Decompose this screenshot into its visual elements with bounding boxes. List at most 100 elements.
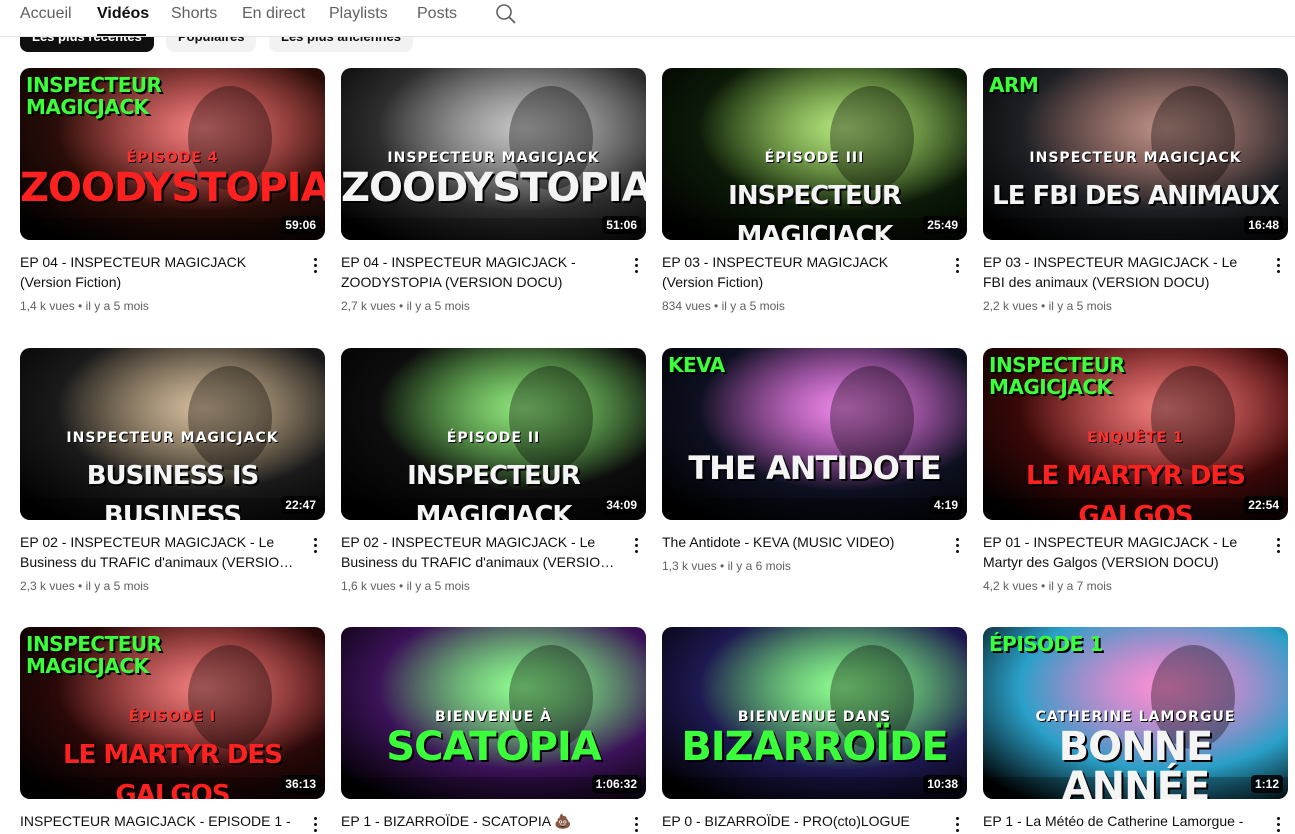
video-thumbnail[interactable]: BIZARROÏDE BIENVENUE DANS 10:38 [662,627,967,799]
video-title[interactable]: EP 04 - INSPECTEUR MAGICJACK - ZOODYSTOP… [341,252,617,292]
thumbnail-subcaption: CATHERINE LAMORGUE [1035,709,1236,725]
view-count: 4,2 k vues [983,579,1038,593]
video-thumbnail[interactable]: INSPECTEUR MAGICJACK LE MARTYR DES GALGOS… [20,627,325,799]
video-meta: 1,3 k vues • il y a 6 mois [662,558,791,574]
video-title[interactable]: The Antidote - KEVA (MUSIC VIDEO) [662,532,938,552]
video-card[interactable]: INSPECTEUR MAGICJACK ÉPISODE III 25:49 EP 0… [662,68,967,313]
upload-age: il y a 5 mois [85,579,149,593]
video-meta: 2,2 k vues • il y a 5 mois [983,298,1112,314]
channel-tabs: Accueil Vidéos Shorts En direct Playlist… [0,0,1295,37]
duration-badge: 4:19 [929,496,962,514]
meta-separator: • [716,559,728,573]
video-title[interactable]: EP 01 - INSPECTEUR MAGICJACK - Le Martyr… [983,532,1259,572]
more-options-icon[interactable] [309,815,323,834]
tab-videos[interactable]: Vidéos [97,4,149,28]
upload-age: il y a 6 mois [727,559,791,573]
thumbnail-subcaption: ÉPISODE 4 [126,150,219,166]
video-thumbnail[interactable]: INSPECTEUR MAGICJACK ZOODYSTOPIA ÉPISODE 4… [20,68,325,240]
thumbnail-headline: LE MARTYR DES GALGOS [63,740,283,799]
video-title[interactable]: EP 1 - BIZARROÏDE - SCATOPIA 💩 [341,811,617,831]
video-card[interactable]: INSPECTEUR MAGICJACK LE MARTYR DES GALGOS… [20,627,325,834]
tab-posts[interactable]: Posts [417,4,457,28]
tab-shorts[interactable]: Shorts [171,4,217,28]
video-thumbnail[interactable]: ZOODYSTOPIA INSPECTEUR MAGICJACK 51:06 [341,68,646,240]
video-title[interactable]: EP 03 - INSPECTEUR MAGICJACK - Le FBI de… [983,252,1259,292]
video-title[interactable]: EP 04 - INSPECTEUR MAGICJACK (Version Fi… [20,252,296,292]
video-meta: 1,4 k vues • il y a 5 mois [20,298,149,314]
thumbnail-caption: INSPECTEUR MAGICJACK [26,73,162,119]
more-options-icon[interactable] [951,815,965,834]
video-card[interactable]: INSPECTEUR MAGICJACK ÉPISODE II 34:09 EP 02… [341,348,646,593]
video-meta: 4,2 k vues • il y a 7 mois [983,578,1112,594]
more-options-icon[interactable] [309,536,323,556]
video-thumbnail[interactable]: INSPECTEUR MAGICJACK LE MARTYR DES GALGOS… [983,348,1288,520]
more-options-icon[interactable] [1272,536,1286,556]
video-card[interactable]: ZOODYSTOPIA INSPECTEUR MAGICJACK 51:06 EP 0… [341,68,646,313]
upload-age: il y a 5 mois [406,299,470,313]
tab-accueil[interactable]: Accueil [20,4,72,28]
more-options-icon[interactable] [1272,256,1286,276]
video-thumbnail[interactable]: ÉPISODE 1 BONNE ANNÉE CATHERINE LAMORGUE 1:… [983,627,1288,799]
video-thumbnail[interactable]: INSPECTEUR MAGICJACK ÉPISODE II 34:09 [341,348,646,520]
more-options-icon[interactable] [1272,815,1286,834]
more-options-icon[interactable] [951,536,965,556]
active-tab-indicator [97,34,146,36]
video-thumbnail[interactable]: INSPECTEUR MAGICJACK ÉPISODE III 25:49 [662,68,967,240]
upload-age: il y a 5 mois [85,299,149,313]
meta-separator: • [1037,579,1049,593]
video-title[interactable]: EP 0 - BIZARROÏDE - PRO(cto)LOGUE [662,811,938,831]
video-thumbnail[interactable]: BUSINESS IS BUSINESS INSPECTEUR MAGICJACK… [20,348,325,520]
thumbnail-subcaption: ÉPISODE I [128,709,217,725]
thumbnail-subcaption: ENQUÊTE 1 [1087,430,1184,446]
video-card[interactable]: ARM LE FBI DES ANIMAUX INSPECTEUR MAGICJAC… [983,68,1288,313]
tab-playlists[interactable]: Playlists [329,4,388,28]
view-count: 834 vues [662,299,711,313]
thumbnail-subcaption: BIENVENUE DANS [737,709,892,725]
thumbnail-headline: THE ANTIDOTE [688,449,941,487]
video-card[interactable]: ÉPISODE 1 BONNE ANNÉE CATHERINE LAMORGUE 1:… [983,627,1288,834]
thumbnail-subcaption: INSPECTEUR MAGICJACK [66,430,279,446]
tab-en-direct[interactable]: En direct [242,4,305,28]
more-options-icon[interactable] [951,256,965,276]
more-options-icon[interactable] [309,256,323,276]
video-title[interactable]: EP 03 - INSPECTEUR MAGICJACK (Version Fi… [662,252,938,292]
video-card[interactable]: INSPECTEUR MAGICJACK ZOODYSTOPIA ÉPISODE 4… [20,68,325,313]
duration-badge: 1:06:32 [591,775,641,793]
upload-age: il y a 5 mois [1048,299,1112,313]
meta-separator: • [710,299,722,313]
video-card[interactable]: KEVA THE ANTIDOTE 4:19 The Antidote - KEVA … [662,348,967,588]
thumbnail-subcaption: ÉPISODE III [764,150,865,166]
video-card[interactable]: BIZARROÏDE BIENVENUE DANS 10:38 EP 0 - BIZA… [662,627,967,834]
thumbnail-subcaption: ÉPISODE II [446,430,541,446]
thumbnail-headline: BIZARROÏDE [681,724,948,770]
more-options-icon[interactable] [630,536,644,556]
view-count: 2,2 k vues [983,299,1038,313]
video-thumbnail[interactable]: SCATOPIA BIENVENUE À 1:06:32 [341,627,646,799]
video-title[interactable]: EP 02 - INSPECTEUR MAGICJACK - Le Busine… [341,532,617,572]
meta-separator: • [74,299,86,313]
thumbnail-caption: KEVA [668,353,725,377]
video-title[interactable]: INSPECTEUR MAGICJACK - EPISODE 1 - LE MA… [20,811,296,834]
duration-badge: 59:06 [281,216,320,234]
view-count: 2,7 k vues [341,299,396,313]
video-card[interactable]: SCATOPIA BIENVENUE À 1:06:32 EP 1 - BIZARRO… [341,627,646,834]
more-options-icon[interactable] [630,815,644,834]
video-card[interactable]: INSPECTEUR MAGICJACK LE MARTYR DES GALGOS… [983,348,1288,593]
search-icon[interactable] [495,3,517,25]
view-count: 1,3 k vues [662,559,717,573]
video-thumbnail[interactable]: ARM LE FBI DES ANIMAUX INSPECTEUR MAGICJAC… [983,68,1288,240]
thumbnail-caption: ÉPISODE 1 [989,632,1103,656]
video-card[interactable]: BUSINESS IS BUSINESS INSPECTEUR MAGICJACK… [20,348,325,593]
video-title[interactable]: EP 1 - La Météo de Catherine Lamorgue - [983,811,1259,831]
more-options-icon[interactable] [630,256,644,276]
video-title[interactable]: EP 02 - INSPECTEUR MAGICJACK - Le Busine… [20,532,296,572]
upload-age: il y a 7 mois [1048,579,1112,593]
meta-separator: • [395,579,407,593]
upload-age: il y a 5 mois [406,579,470,593]
duration-badge: 34:09 [602,496,641,514]
duration-badge: 16:48 [1244,216,1283,234]
thumbnail-headline: BONNE ANNÉE [1058,724,1214,799]
duration-badge: 10:38 [923,775,962,793]
video-meta: 2,7 k vues • il y a 5 mois [341,298,470,314]
video-thumbnail[interactable]: KEVA THE ANTIDOTE 4:19 [662,348,967,520]
